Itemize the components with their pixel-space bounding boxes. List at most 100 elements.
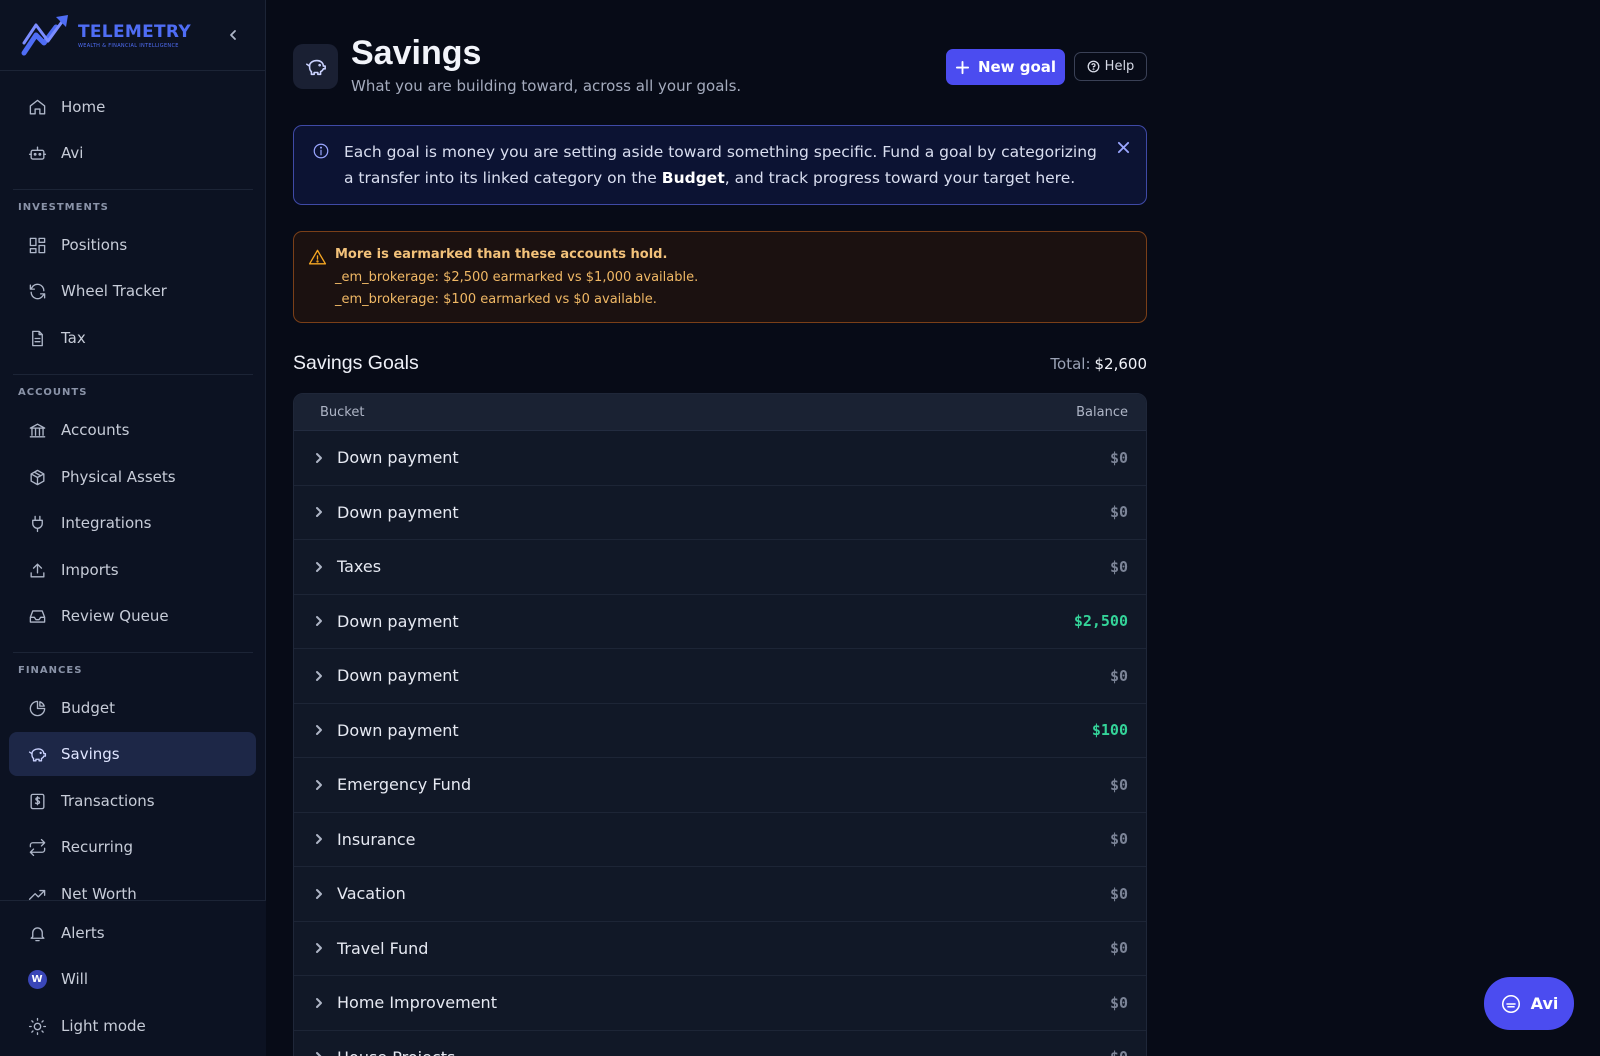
row-left: House Projects	[313, 1048, 455, 1056]
table-row[interactable]: Down payment $0	[294, 431, 1146, 486]
table-row[interactable]: Vacation $0	[294, 867, 1146, 922]
row-left: Home Improvement	[313, 993, 497, 1012]
table-row[interactable]: Down payment $0	[294, 649, 1146, 704]
sidebar-item-light-mode[interactable]: Light mode	[9, 1004, 256, 1048]
divider	[13, 189, 253, 190]
goal-name: Down payment	[337, 666, 459, 686]
row-left: Travel Fund	[313, 939, 428, 958]
total-label: Total:	[1050, 355, 1091, 373]
home-icon	[27, 97, 47, 117]
chevron-right-icon[interactable]	[313, 1050, 327, 1056]
goal-name: Taxes	[337, 557, 382, 577]
sidebar-item-integrations[interactable]: Integrations	[9, 501, 256, 545]
table-row[interactable]: Taxes $0	[294, 540, 1146, 595]
row-left: Down payment	[313, 612, 459, 631]
chat-bot-icon	[1501, 994, 1520, 1013]
sidebar-item-review-queue[interactable]: Review Queue	[9, 594, 256, 638]
column-header-bucket[interactable]: Bucket	[320, 405, 364, 420]
plug-icon	[27, 513, 47, 533]
divider	[13, 652, 253, 653]
piggy-bank-icon	[293, 44, 338, 89]
brand-logo[interactable]: TELEMETRY WEALTH & FINANCIAL INTELLIGENC…	[0, 0, 265, 71]
goal-balance: $2,500	[1073, 612, 1128, 631]
goal-balance: $0	[1109, 666, 1128, 685]
sidebar-item-home[interactable]: Home	[9, 85, 256, 129]
savings-goals-table: Bucket Balance Down payment $0 Down paymen…	[293, 393, 1147, 1056]
sidebar-item-label: Review Queue	[61, 607, 169, 625]
row-left: Down payment	[313, 666, 459, 685]
sidebar-item-avi[interactable]: Avi	[9, 131, 256, 175]
section-title: Savings Goals	[293, 352, 419, 374]
sidebar-item-label: Positions	[61, 236, 128, 254]
sidebar-item-label: Imports	[61, 561, 119, 579]
new-goal-label: New goal	[977, 58, 1057, 76]
plus-icon	[955, 60, 969, 74]
collapse-sidebar-button[interactable]	[223, 24, 243, 46]
table-row[interactable]: Insurance $0	[294, 813, 1146, 867]
row-left: Vacation	[313, 884, 406, 903]
chevron-right-icon[interactable]	[313, 996, 327, 1010]
goal-balance: $0	[1109, 503, 1128, 522]
box-icon	[27, 467, 47, 487]
new-goal-button[interactable]: New goal	[946, 49, 1065, 85]
warning-triangle-icon	[308, 248, 328, 268]
chevron-right-icon[interactable]	[313, 505, 327, 519]
sidebar-item-label: Home	[61, 98, 106, 116]
goal-balance: $0	[1109, 830, 1128, 849]
sidebar-item-label: Wheel Tracker	[61, 282, 167, 300]
chevron-left-icon	[230, 30, 236, 40]
table-row[interactable]: Home Improvement $0	[294, 976, 1146, 1031]
table-row[interactable]: Down payment $2,500	[294, 595, 1146, 649]
sidebar-item-recurring[interactable]: Recurring	[9, 825, 256, 869]
help-label: Help	[1104, 59, 1135, 74]
sidebar-item-savings[interactable]: Savings	[9, 732, 256, 776]
budget-link[interactable]: Budget	[662, 169, 725, 187]
refresh-icon	[27, 281, 47, 301]
sidebar-item-wheel-tracker[interactable]: Wheel Tracker	[9, 269, 256, 313]
chevron-right-icon[interactable]	[313, 723, 327, 737]
sidebar-item-budget[interactable]: Budget	[9, 686, 256, 730]
sidebar-item-profile[interactable]: W Will	[9, 957, 256, 1001]
chevron-right-icon[interactable]	[313, 451, 327, 465]
goal-balance: $0	[1109, 775, 1128, 794]
chevron-right-icon[interactable]	[313, 778, 327, 792]
table-row[interactable]: House Projects $0	[294, 1031, 1146, 1056]
avi-assistant-button[interactable]: Avi	[1484, 977, 1574, 1030]
chevron-right-icon[interactable]	[313, 669, 327, 683]
sidebar-item-accounts[interactable]: Accounts	[9, 408, 256, 452]
table-row[interactable]: Down payment $0	[294, 486, 1146, 540]
chevron-right-icon[interactable]	[313, 832, 327, 846]
goal-balance: $0	[1109, 993, 1128, 1012]
sidebar-item-alerts[interactable]: Alerts	[9, 911, 256, 955]
row-left: Down payment	[313, 503, 459, 522]
inbox-icon	[27, 606, 47, 626]
info-icon	[312, 142, 330, 160]
help-button[interactable]: Help	[1074, 52, 1147, 81]
table-row[interactable]: Down payment $100	[294, 704, 1146, 758]
help-circle-icon	[1087, 60, 1100, 73]
table-row[interactable]: Emergency Fund $0	[294, 758, 1146, 813]
row-left: Insurance	[313, 830, 416, 849]
sun-icon	[27, 1016, 47, 1036]
sidebar-item-imports[interactable]: Imports	[9, 548, 256, 592]
warning-line: _em_brokerage: $100 earmarked vs $0 avai…	[335, 292, 657, 307]
goal-name: Down payment	[337, 448, 459, 468]
goal-name: Insurance	[337, 829, 416, 849]
table-body: Down payment $0 Down payment $0 Taxes $0 Down …	[294, 431, 1146, 1056]
chevron-right-icon[interactable]	[313, 614, 327, 628]
goal-balance: $0	[1109, 939, 1128, 958]
pie-chart-icon	[27, 698, 47, 718]
column-header-balance[interactable]: Balance	[1076, 405, 1128, 420]
sidebar-item-label: Integrations	[61, 514, 152, 532]
sidebar-item-transactions[interactable]: Transactions	[9, 779, 256, 823]
sidebar-item-tax[interactable]: Tax	[9, 316, 256, 360]
chevron-right-icon[interactable]	[313, 887, 327, 901]
close-banner-button[interactable]	[1114, 138, 1132, 156]
chevron-right-icon[interactable]	[313, 560, 327, 574]
sidebar-item-positions[interactable]: Positions	[9, 223, 256, 267]
table-row[interactable]: Travel Fund $0	[294, 922, 1146, 976]
chevron-right-icon[interactable]	[313, 941, 327, 955]
sidebar-item-physical-assets[interactable]: Physical Assets	[9, 455, 256, 499]
total-value: $2,600	[1094, 355, 1148, 373]
goal-name: Down payment	[337, 502, 459, 522]
